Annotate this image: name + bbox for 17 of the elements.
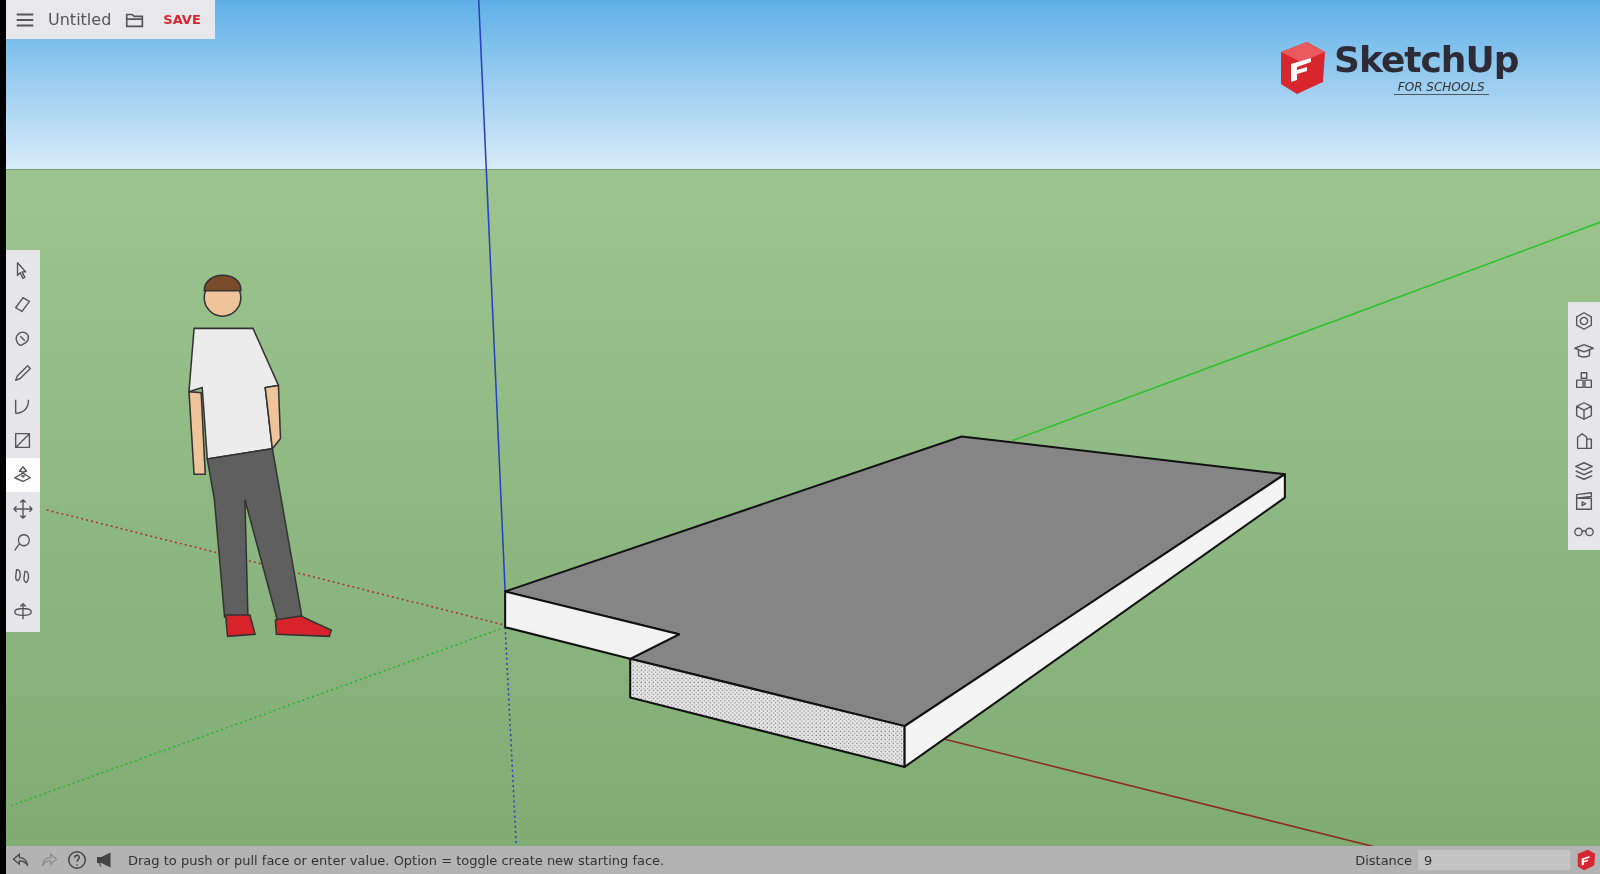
layers-icon [1573, 460, 1595, 482]
logo-icon [1576, 849, 1596, 871]
document-title[interactable]: Untitled [48, 10, 112, 29]
logo-tagline: FOR SCHOOLS [1393, 79, 1489, 95]
logo-wordmark: SketchUp [1334, 40, 1519, 80]
tool-button[interactable] [6, 458, 40, 492]
pencil-icon [12, 362, 34, 384]
help-icon[interactable] [66, 849, 88, 871]
cube-icon [1573, 400, 1595, 422]
move-icon [12, 498, 34, 520]
save-button[interactable]: SAVE [163, 12, 201, 27]
clapperboard-icon [1573, 490, 1595, 512]
measurement-label: Distance [1355, 852, 1412, 868]
entity-info-icon [1573, 310, 1595, 332]
orbit-icon [12, 600, 34, 622]
measurement-field[interactable]: 9 [1418, 850, 1570, 870]
status-message: Drag to push or pull face or enter value. Option = toggle create new starting face. [128, 852, 665, 868]
